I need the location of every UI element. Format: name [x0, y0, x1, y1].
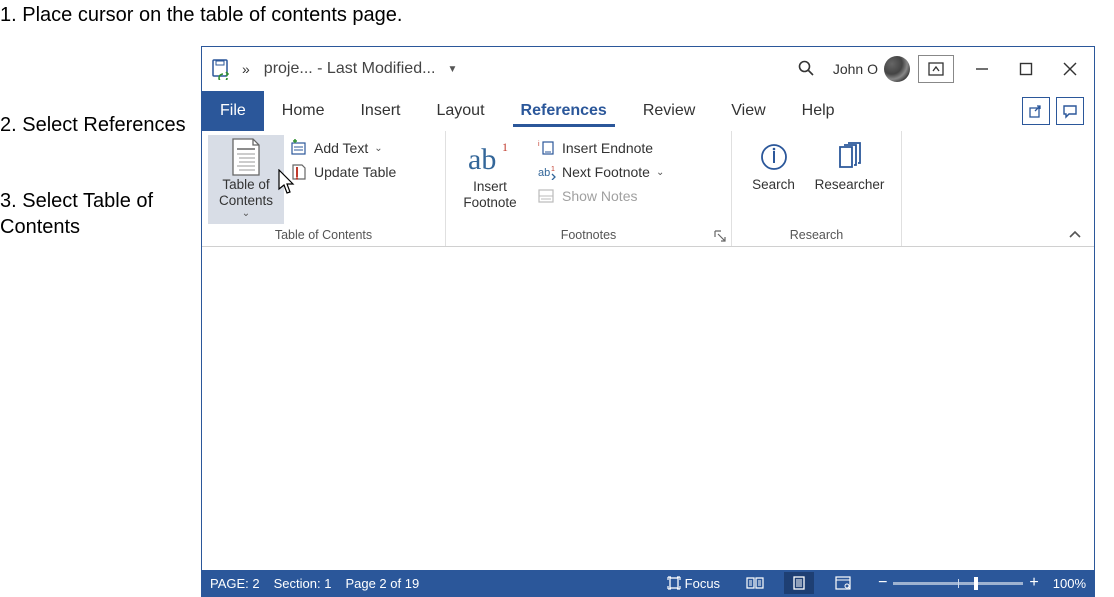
status-page[interactable]: PAGE: 2 [210, 576, 260, 591]
ribbon-tab-row: File Home Insert Layout References Revie… [202, 91, 1094, 131]
group-label-toc: Table of Contents [208, 225, 439, 244]
word-window: » proje... - Last Modified... ▼ John O [201, 46, 1095, 597]
window-minimize-button[interactable] [962, 53, 1002, 85]
focus-mode-button[interactable]: Focus [661, 572, 726, 594]
footnotes-dialog-launcher-icon[interactable] [713, 229, 727, 243]
tab-help[interactable]: Help [784, 91, 853, 131]
group-research: Search Researcher Research [732, 131, 902, 246]
show-notes-icon [538, 187, 556, 205]
researcher-label: Researcher [815, 177, 885, 193]
quick-access-more-icon[interactable]: » [236, 61, 256, 77]
insert-endnote-label: Insert Endnote [562, 140, 653, 156]
zoom-out-button[interactable]: − [878, 574, 887, 592]
instruction-step-3: 3. Select Table of Contents [0, 188, 190, 240]
print-layout-button[interactable] [784, 572, 814, 594]
group-footnotes: ab 1 Insert Footnote i [446, 131, 732, 246]
document-canvas[interactable] [202, 247, 1094, 570]
window-maximize-button[interactable] [1006, 53, 1046, 85]
next-footnote-icon: ab 1 [538, 163, 556, 181]
insert-endnote-button[interactable]: i Insert Endnote [538, 139, 664, 157]
svg-text:1: 1 [551, 166, 555, 173]
tab-insert[interactable]: Insert [342, 91, 418, 131]
zoom-slider[interactable]: − + 100% [878, 574, 1086, 592]
tab-file[interactable]: File [202, 91, 264, 131]
zoom-in-button[interactable]: + [1029, 574, 1038, 592]
svg-text:1: 1 [502, 140, 508, 154]
insert-footnote-icon: ab 1 [466, 139, 514, 177]
tab-references[interactable]: References [503, 91, 625, 131]
zoom-midpoint [958, 579, 959, 588]
tab-review[interactable]: Review [625, 91, 713, 131]
group-label-research: Research [738, 225, 895, 244]
read-mode-button[interactable] [740, 572, 770, 594]
tab-layout[interactable]: Layout [418, 91, 502, 131]
add-text-icon [290, 139, 308, 157]
researcher-icon [832, 139, 868, 175]
svg-text:ab: ab [468, 143, 496, 176]
group-table-of-contents: Table of Contents ⌄ [202, 131, 446, 246]
share-button[interactable] [1022, 97, 1050, 125]
status-page-of[interactable]: Page 2 of 19 [345, 576, 419, 591]
chevron-down-icon: ⌄ [656, 167, 664, 178]
title-dropdown-icon[interactable]: ▼ [443, 64, 461, 75]
table-of-contents-icon [228, 139, 264, 175]
update-table-label: Update Table [314, 164, 396, 180]
title-bar: » proje... - Last Modified... ▼ John O [202, 47, 1094, 91]
search-icon[interactable] [783, 59, 829, 80]
search-label: Search [752, 177, 795, 193]
update-table-icon [290, 163, 308, 181]
status-bar: PAGE: 2 Section: 1 Page 2 of 19 Focus [202, 570, 1094, 596]
zoom-percent[interactable]: 100% [1053, 576, 1086, 591]
smart-lookup-icon [756, 139, 792, 175]
instruction-step-1: 1. Place cursor on the table of contents… [0, 2, 402, 28]
autosave-icon[interactable] [210, 58, 232, 80]
table-of-contents-label: Table of Contents [210, 177, 282, 208]
comments-button[interactable] [1056, 97, 1084, 125]
web-layout-button[interactable] [828, 572, 858, 594]
user-avatar [884, 56, 910, 82]
table-of-contents-button[interactable]: Table of Contents ⌄ [208, 135, 284, 224]
add-text-label: Add Text [314, 140, 368, 156]
chevron-down-icon: ⌄ [242, 208, 250, 220]
insert-footnote-button[interactable]: ab 1 Insert Footnote [452, 135, 528, 214]
tab-view[interactable]: View [713, 91, 783, 131]
search-button[interactable]: Search [741, 135, 807, 197]
ribbon-display-options-icon[interactable] [918, 55, 954, 83]
next-footnote-label: Next Footnote [562, 164, 650, 180]
chevron-down-icon: ⌄ [374, 143, 382, 154]
update-table-button[interactable]: Update Table [290, 163, 396, 181]
add-text-button[interactable]: Add Text ⌄ [290, 139, 396, 157]
ribbon: Table of Contents ⌄ [202, 131, 1094, 247]
insert-endnote-icon: i [538, 139, 556, 157]
focus-label: Focus [685, 576, 720, 591]
group-label-footnotes: Footnotes [452, 225, 725, 244]
collapse-ribbon-icon[interactable] [1066, 228, 1084, 242]
document-title[interactable]: proje... - Last Modified... [260, 60, 440, 78]
status-section[interactable]: Section: 1 [274, 576, 332, 591]
researcher-button[interactable]: Researcher [807, 135, 893, 197]
svg-text:i: i [538, 141, 540, 148]
user-name-label: John O [833, 61, 878, 77]
window-close-button[interactable] [1050, 53, 1090, 85]
insert-footnote-label: Insert Footnote [454, 179, 526, 210]
tab-home[interactable]: Home [264, 91, 343, 131]
next-footnote-button[interactable]: ab 1 Next Footnote ⌄ [538, 163, 664, 181]
zoom-thumb[interactable] [974, 577, 978, 590]
account-user[interactable]: John O [833, 56, 910, 82]
svg-text:ab: ab [538, 167, 550, 179]
show-notes-label: Show Notes [562, 188, 637, 204]
instruction-step-2: 2. Select References [0, 112, 190, 138]
show-notes-button: Show Notes [538, 187, 664, 205]
zoom-track[interactable] [893, 582, 1023, 585]
